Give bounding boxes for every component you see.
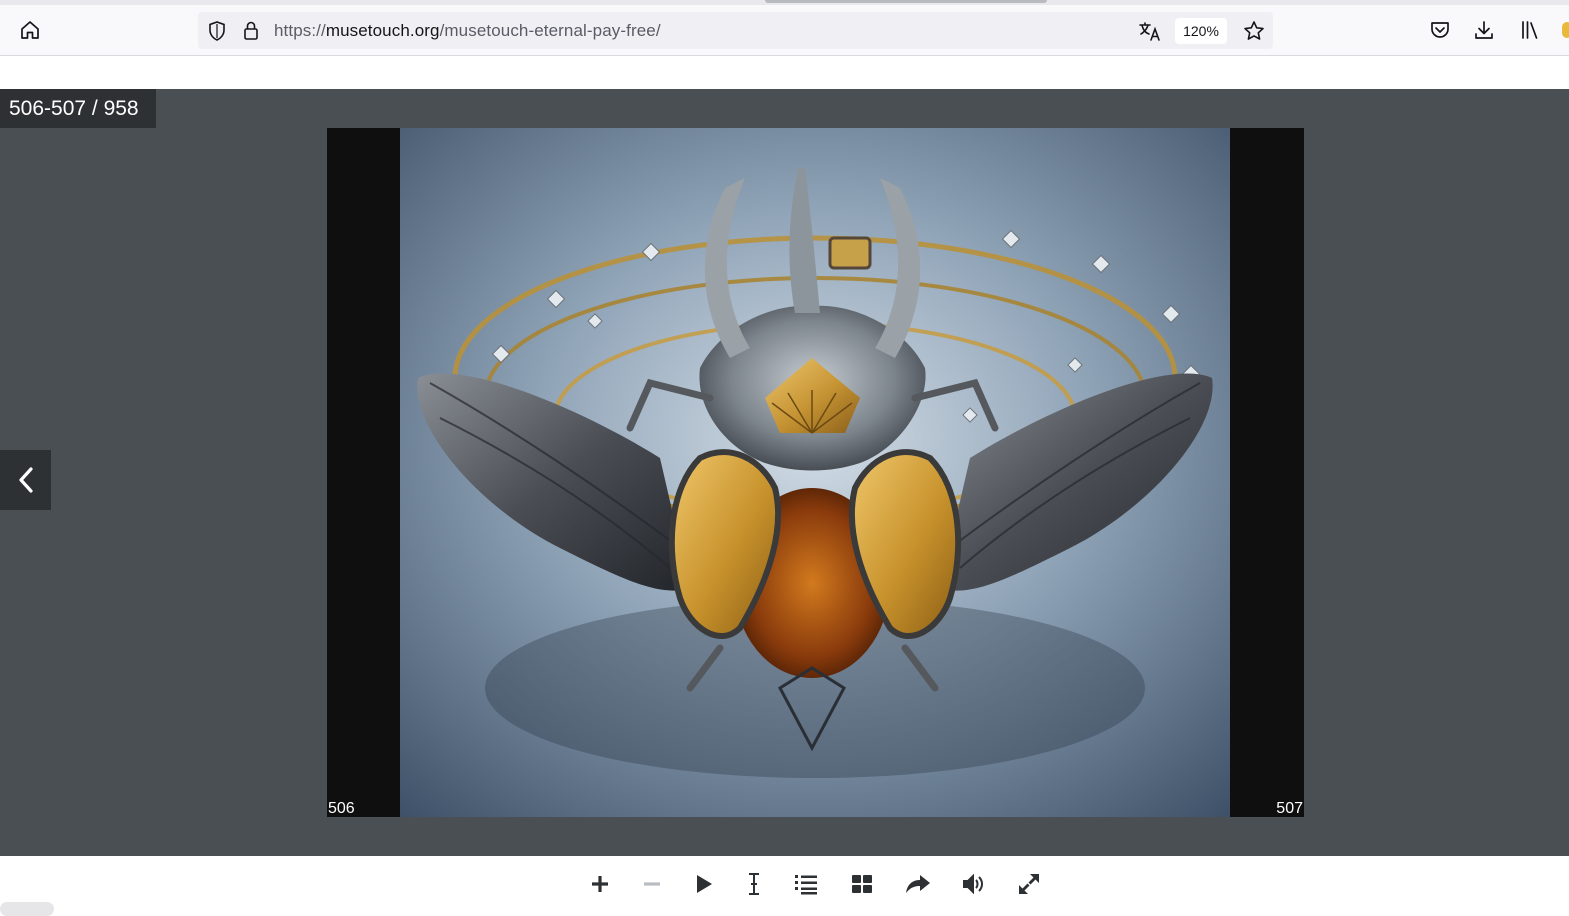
pocket-icon[interactable] xyxy=(1424,14,1456,46)
active-tab-indicator[interactable] xyxy=(765,0,1047,3)
play-icon[interactable] xyxy=(687,870,721,898)
table-of-contents-icon[interactable] xyxy=(789,870,823,898)
library-icon[interactable] xyxy=(1514,14,1546,46)
translate-icon[interactable] xyxy=(1137,18,1163,44)
viewer-toolbar xyxy=(0,856,1569,912)
thumbnails-icon[interactable] xyxy=(845,870,879,898)
left-page-number: 506 xyxy=(328,800,355,817)
shield-icon[interactable] xyxy=(204,18,230,44)
extension-icon[interactable] xyxy=(1562,22,1569,38)
zoom-in-icon[interactable] xyxy=(583,870,617,898)
star-icon[interactable] xyxy=(1241,18,1267,44)
beetle-necklace-photo xyxy=(400,128,1230,817)
chevron-left-icon xyxy=(18,467,33,493)
sound-icon[interactable] xyxy=(957,870,991,898)
lock-icon[interactable] xyxy=(238,18,264,44)
zoom-out-icon[interactable] xyxy=(635,870,669,898)
zoom-level-button[interactable]: 120% xyxy=(1175,18,1227,44)
previous-page-button[interactable] xyxy=(0,450,51,510)
url-host: musetouch.org xyxy=(325,21,440,40)
page-counter: 506-507 / 958 xyxy=(0,89,156,128)
browser-toolbar: https://musetouch.org/musetouch-eternal-… xyxy=(0,0,1569,56)
page-spread[interactable]: 506 507 xyxy=(327,128,1304,817)
status-pill xyxy=(0,902,54,916)
beetle-necklace-image xyxy=(400,128,1230,817)
page-header-strip xyxy=(0,57,1569,89)
url-scheme: https:// xyxy=(274,21,326,40)
home-icon[interactable] xyxy=(14,14,46,46)
download-icon[interactable] xyxy=(1468,14,1500,46)
share-icon[interactable] xyxy=(901,870,935,898)
url-path: /musetouch-eternal-pay-free/ xyxy=(439,21,661,40)
url-text[interactable]: https://musetouch.org/musetouch-eternal-… xyxy=(274,21,661,41)
address-bar[interactable]: https://musetouch.org/musetouch-eternal-… xyxy=(198,12,1273,49)
flipbook-viewer: 506-507 / 958 506 507 xyxy=(0,89,1569,856)
right-page-number: 507 xyxy=(1276,800,1303,817)
fullscreen-icon[interactable] xyxy=(1012,870,1046,898)
text-cursor-icon[interactable] xyxy=(737,870,771,898)
